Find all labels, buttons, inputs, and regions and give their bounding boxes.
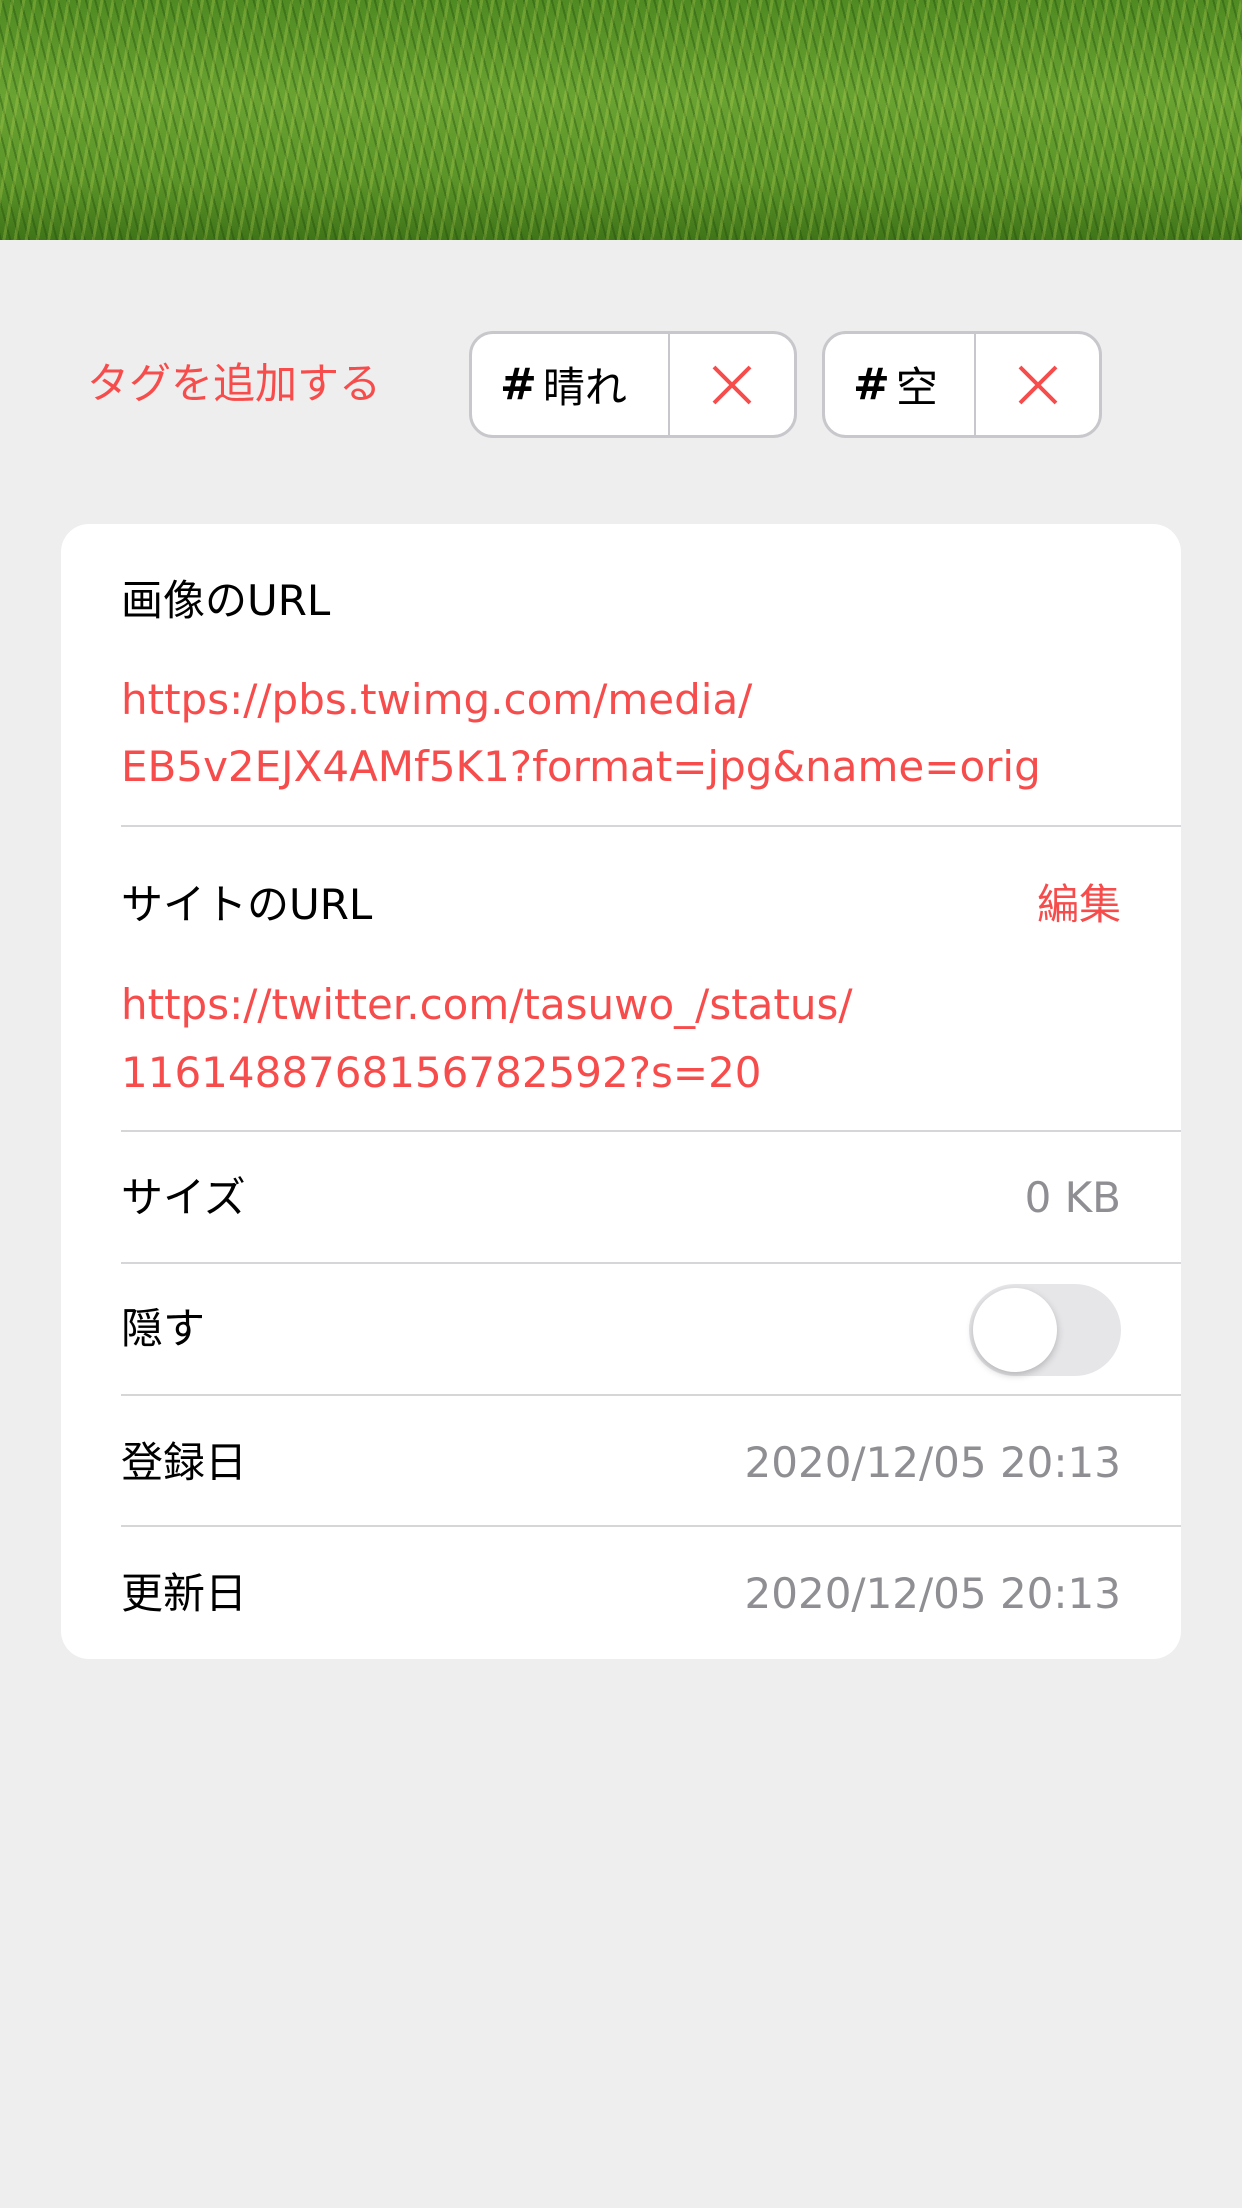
created-label: 登録日 (121, 1438, 248, 1487)
close-icon (1018, 365, 1057, 404)
divider (121, 1262, 1181, 1264)
divider (121, 1394, 1181, 1396)
tag-text: 晴れ (542, 363, 627, 412)
tag-text: 空 (895, 363, 938, 412)
site-url-label: サイトのURL (121, 880, 373, 929)
divider (121, 1525, 1181, 1527)
divider (121, 1130, 1181, 1132)
updated-label: 更新日 (121, 1569, 248, 1618)
details-card: 画像のURL https://pbs.twimg.com/media/ EB5v… (61, 524, 1181, 1659)
close-icon (712, 365, 752, 404)
updated-value: 2020/12/05 20:13 (744, 1569, 1121, 1618)
clip-image (0, 0, 1242, 240)
image-url-line2[interactable]: EB5v2EJX4AMf5K1?format=jpg&name=orig (121, 741, 1041, 793)
site-url-line1[interactable]: https://twitter.com/tasuwo_/status/ (121, 979, 853, 1031)
tag-label[interactable]: # 晴れ (472, 334, 670, 435)
remove-tag-button[interactable] (976, 334, 1099, 435)
tag-chip[interactable]: # 晴れ (469, 331, 797, 438)
hide-label: 隠す (121, 1304, 206, 1353)
tag-label[interactable]: # 空 (825, 334, 976, 435)
toggle-knob (973, 1288, 1057, 1372)
tag-chip[interactable]: # 空 (822, 331, 1102, 438)
edit-site-url-button[interactable]: 編集 (1037, 879, 1121, 931)
divider (121, 825, 1181, 827)
created-value: 2020/12/05 20:13 (744, 1438, 1121, 1487)
image-url-line1[interactable]: https://pbs.twimg.com/media/ (121, 674, 752, 726)
hide-toggle[interactable] (969, 1284, 1121, 1376)
image-url-label: 画像のURL (121, 576, 331, 625)
site-url-line2[interactable]: 1161488768156782592?s=20 (121, 1047, 762, 1099)
hash-icon: # (853, 359, 890, 410)
size-value: 0 KB (1024, 1173, 1121, 1222)
add-tag-button[interactable]: タグを追加する (87, 358, 381, 410)
hash-icon: # (500, 359, 537, 410)
size-label: サイズ (121, 1173, 246, 1222)
remove-tag-button[interactable] (670, 334, 794, 435)
